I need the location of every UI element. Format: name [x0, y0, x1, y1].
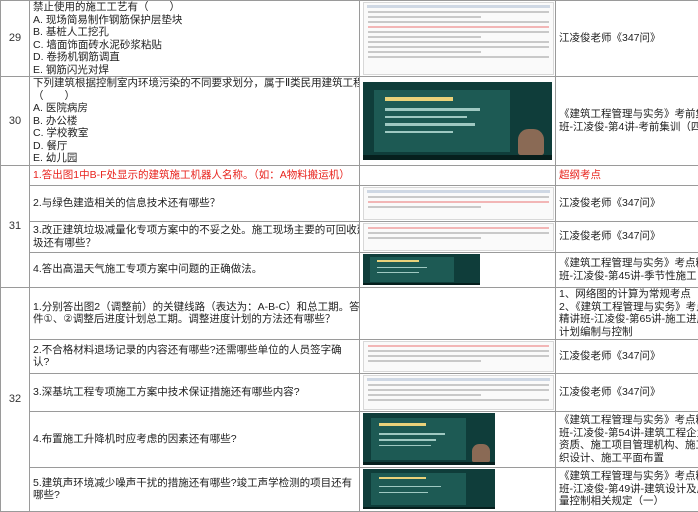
teacher-avatar	[518, 129, 544, 156]
screenshot-cell	[360, 221, 556, 252]
sub-question: 2.不合格材料退场记录的内容还有哪些?还需哪些单位的人员签字确认?	[30, 339, 360, 373]
sub-question: 1.答出图1中B-F处显示的建筑施工机器人名称。（如：A物料搬运机）	[30, 165, 360, 185]
document-thumbnail[interactable]	[363, 223, 554, 251]
teacher-avatar	[472, 444, 491, 462]
video-thumbnail[interactable]	[363, 469, 495, 509]
option-d: D. 卷扬机钢筋调直	[33, 51, 356, 64]
question-table: 29 禁止使用的施工工艺有（ ） A. 现场简易制作钢筋保护层垫块 B. 基桩人…	[0, 0, 698, 512]
table-row: 29 禁止使用的施工工艺有（ ） A. 现场简易制作钢筋保护层垫块 B. 基桩人…	[1, 1, 698, 77]
document-thumbnail[interactable]	[363, 187, 554, 220]
question-number: 32	[1, 287, 30, 511]
screenshot-cell	[360, 77, 556, 166]
option-d: D. 餐厅	[33, 140, 356, 153]
screenshot-cell	[360, 1, 556, 77]
document-thumbnail[interactable]	[363, 2, 554, 75]
option-a: A. 现场简易制作钢筋保护层垫块	[33, 14, 356, 27]
screenshot-cell	[360, 165, 556, 185]
table-row: 4.答出高温天气施工专项方案中问题的正确做法。 《建筑工程管理与实务》考点精讲 …	[1, 252, 698, 287]
video-thumbnail[interactable]	[363, 254, 480, 285]
screenshot-cell	[360, 467, 556, 511]
source-text: 江凌俊老师《347问》	[556, 373, 698, 411]
source-text: 班-江凌俊-第4讲-考前集训（四）	[559, 121, 695, 134]
question-line: 禁止使用的施工工艺有（ ）	[33, 1, 356, 14]
question-cell: 下列建筑根据控制室内环境污染的不同要求划分，属于Ⅱ类民用建筑工程的有 （ ） A…	[30, 77, 360, 166]
source-cell: 《建筑工程管理与实务》考前集训 班-江凌俊-第4讲-考前集训（四）	[556, 77, 698, 166]
sub-question: 5.建筑声环境减少噪声干扰的措施还有哪些?竣工声学检测的项目还有哪些?	[30, 467, 360, 511]
source-cell: 1、网络图的计算为常规考点 2、《建筑工程管理与实务》考点 精讲班-江凌俊-第6…	[556, 287, 698, 339]
sub-question: 2.与绿色建造相关的信息技术还有哪些？	[30, 185, 360, 221]
source-text: 《建筑工程管理与实务》考前集训	[559, 108, 695, 121]
option-c: C. 墙面饰面砖水泥砂浆粘贴	[33, 39, 356, 52]
source-cell: 江凌俊老师《347问》	[556, 1, 698, 77]
question-number: 31	[1, 165, 30, 287]
source-cell: 《建筑工程管理与实务》考点精讲 班-江凌俊-第49讲-建筑设计及质 量控制相关规…	[556, 467, 698, 511]
option-b: B. 基桩人工挖孔	[33, 26, 356, 39]
table-row: 32 1.分别答出图2（调整前）的关键线路（表达为：A-B-C）和总工期。答出因…	[1, 287, 698, 339]
source-text: 超纲考点	[556, 165, 698, 185]
video-thumbnail[interactable]	[363, 413, 495, 465]
option-b: B. 办公楼	[33, 115, 356, 128]
option-e: E. 钢筋闪光对焊	[33, 64, 356, 77]
source-cell: 《建筑工程管理与实务》考点精讲 班-江凌俊-第54讲-建筑工程企业 资质、施工项…	[556, 411, 698, 467]
screenshot-cell	[360, 373, 556, 411]
table-row: 2.不合格材料退场记录的内容还有哪些?还需哪些单位的人员签字确认? 江凌俊老师《…	[1, 339, 698, 373]
table-row: 2.与绿色建造相关的信息技术还有哪些？ 江凌俊老师《347问》	[1, 185, 698, 221]
screenshot-cell	[360, 252, 556, 287]
video-thumbnail[interactable]	[363, 82, 552, 160]
table-row: 5.建筑声环境减少噪声干扰的措施还有哪些?竣工声学检测的项目还有哪些? 《建筑工…	[1, 467, 698, 511]
question-line: （ ）	[33, 90, 356, 103]
document-thumbnail[interactable]	[363, 341, 554, 372]
sub-question: 1.分别答出图2（调整前）的关键线路（表达为：A-B-C）和总工期。答出因事 件…	[30, 287, 360, 339]
option-e: E. 幼儿园	[33, 152, 356, 165]
screenshot-cell	[360, 339, 556, 373]
document-thumbnail[interactable]	[363, 375, 554, 410]
source-text: 江凌俊老师《347问》	[556, 185, 698, 221]
source-cell: 《建筑工程管理与实务》考点精讲 班-江凌俊-第45讲-季节性施工	[556, 252, 698, 287]
screenshot-cell	[360, 287, 556, 339]
question-cell: 禁止使用的施工工艺有（ ） A. 现场简易制作钢筋保护层垫块 B. 基桩人工挖孔…	[30, 1, 360, 77]
source-text: 江凌俊老师《347问》	[556, 221, 698, 252]
table-row: 3.深基坑工程专项施工方案中技术保证措施还有哪些内容? 江凌俊老师《347问》	[1, 373, 698, 411]
sub-question: 4.答出高温天气施工专项方案中问题的正确做法。	[30, 252, 360, 287]
source-text: 江凌俊老师《347问》	[556, 339, 698, 373]
table-row: 3.改正建筑垃圾减量化专项方案中的不妥之处。施工现场主要的可回收建筑垃 圾还有哪…	[1, 221, 698, 252]
source-text: 江凌俊老师《347问》	[559, 32, 661, 44]
screenshot-cell	[360, 411, 556, 467]
sub-question: 3.深基坑工程专项施工方案中技术保证措施还有哪些内容?	[30, 373, 360, 411]
table-row: 4.布置施工升降机时应考虑的因素还有哪些? 《建筑工程管理与实务》考点精讲 班-…	[1, 411, 698, 467]
table-row: 30 下列建筑根据控制室内环境污染的不同要求划分，属于Ⅱ类民用建筑工程的有 （ …	[1, 77, 698, 166]
table-row: 31 1.答出图1中B-F处显示的建筑施工机器人名称。（如：A物料搬运机） 超纲…	[1, 165, 698, 185]
option-c: C. 学校教室	[33, 127, 356, 140]
sub-question: 4.布置施工升降机时应考虑的因素还有哪些?	[30, 411, 360, 467]
screenshot-cell	[360, 185, 556, 221]
option-a: A. 医院病房	[33, 102, 356, 115]
question-number: 29	[1, 1, 30, 77]
sub-question: 3.改正建筑垃圾减量化专项方案中的不妥之处。施工现场主要的可回收建筑垃 圾还有哪…	[30, 221, 360, 252]
question-line: 下列建筑根据控制室内环境污染的不同要求划分，属于Ⅱ类民用建筑工程的有	[33, 77, 356, 90]
question-number: 30	[1, 77, 30, 166]
